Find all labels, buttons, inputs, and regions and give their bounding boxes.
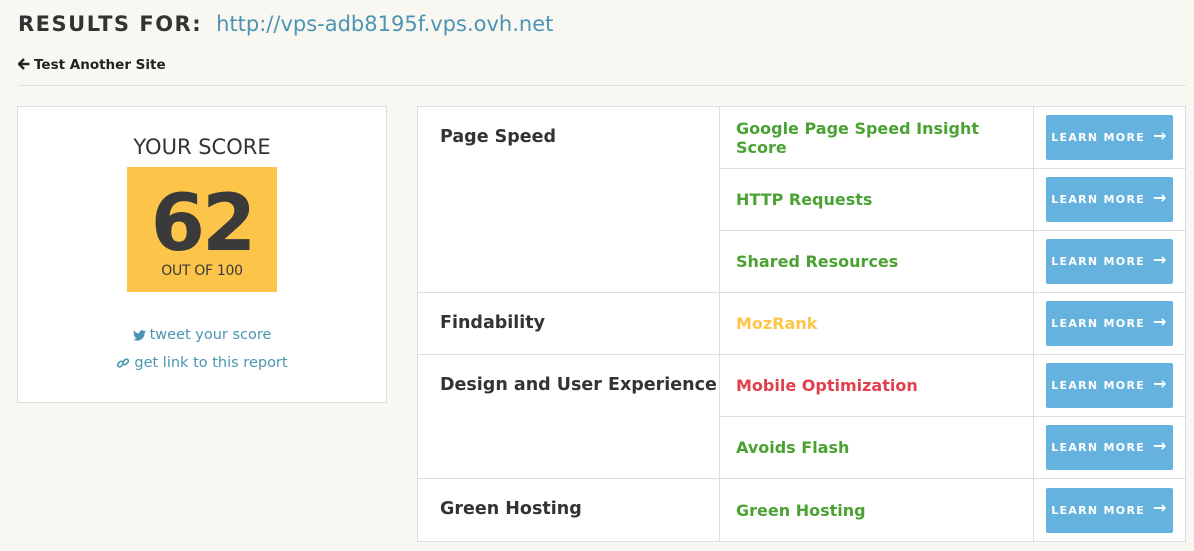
button-cell: LEARN MORE → [1034, 107, 1185, 169]
results-table: Page Speed Google Page Speed Insight Sco… [417, 106, 1186, 542]
table-row: HTTP Requests LEARN MORE → [418, 169, 1185, 231]
report-link-label: get link to this report [134, 355, 288, 371]
arrow-left-icon [17, 57, 30, 73]
table-row: Shared Resources LEARN MORE → [418, 231, 1185, 293]
learn-more-button[interactable]: LEARN MORE → [1046, 239, 1173, 284]
header-divider [18, 85, 1186, 86]
category-cell: Green Hosting [418, 479, 720, 541]
results-url-link[interactable]: http://vps-adb8195f.vps.ovh.net [216, 12, 553, 36]
button-cell: LEARN MORE → [1034, 417, 1185, 478]
learn-more-label: LEARN MORE [1051, 317, 1146, 330]
link-icon [116, 356, 130, 370]
score-title: YOUR SCORE [133, 135, 271, 159]
arrow-right-icon: → [1153, 498, 1168, 517]
category-cell [418, 417, 720, 478]
score-tile: 62 OUT OF 100 [127, 167, 277, 292]
score-panel: YOUR SCORE 62 OUT OF 100 tweet your scor… [17, 106, 387, 403]
category-label: Green Hosting [440, 499, 582, 519]
tweet-score-link[interactable]: tweet your score [18, 321, 386, 349]
button-cell: LEARN MORE → [1034, 231, 1185, 292]
arrow-right-icon: → [1153, 187, 1168, 207]
learn-more-button[interactable]: LEARN MORE → [1046, 301, 1173, 346]
learn-more-button[interactable]: LEARN MORE → [1046, 425, 1173, 470]
score-out-of: OUT OF 100 [161, 263, 243, 279]
report-link[interactable]: get link to this report [18, 349, 386, 377]
tweet-score-label: tweet your score [149, 327, 272, 343]
table-row: Design and User Experience Mobile Optimi… [418, 355, 1185, 417]
category-label: Findability [440, 313, 546, 333]
score-value: 62 [150, 179, 257, 269]
table-row: Page Speed Google Page Speed Insight Sco… [418, 107, 1185, 169]
learn-more-button[interactable]: LEARN MORE → [1046, 363, 1173, 408]
category-label: Design and User Experience [440, 375, 717, 395]
button-cell: LEARN MORE → [1034, 169, 1185, 231]
metric-label: Shared Resources [720, 231, 1034, 292]
learn-more-label: LEARN MORE [1051, 131, 1146, 144]
button-cell: LEARN MORE → [1034, 293, 1185, 354]
arrow-right-icon: → [1153, 311, 1168, 331]
learn-more-button[interactable]: LEARN MORE → [1046, 487, 1173, 533]
category-cell [418, 169, 720, 231]
metric-label: Google Page Speed Insight Score [720, 107, 1034, 169]
category-cell: Findability [418, 293, 720, 354]
category-label: Page Speed [440, 127, 557, 147]
learn-more-label: LEARN MORE [1051, 441, 1146, 454]
button-cell: LEARN MORE → [1034, 479, 1185, 541]
category-cell [418, 231, 720, 292]
test-another-site-label: Test Another Site [34, 57, 166, 73]
learn-more-label: LEARN MORE [1051, 503, 1146, 517]
table-row: Findability MozRank LEARN MORE → [418, 293, 1185, 355]
metric-label: Green Hosting [720, 479, 1034, 541]
metric-label: MozRank [720, 293, 1034, 354]
arrow-right-icon: → [1153, 373, 1168, 393]
twitter-icon [132, 329, 146, 341]
learn-more-button[interactable]: LEARN MORE → [1046, 115, 1173, 160]
table-row: Avoids Flash LEARN MORE → [418, 417, 1185, 479]
metric-label: Avoids Flash [720, 417, 1034, 478]
arrow-right-icon: → [1153, 249, 1168, 269]
score-links: tweet your score get link to this report [18, 321, 386, 377]
learn-more-label: LEARN MORE [1051, 379, 1146, 392]
category-cell: Design and User Experience [418, 355, 720, 417]
category-cell: Page Speed [418, 107, 720, 169]
arrow-right-icon: → [1153, 435, 1168, 455]
table-row: Green Hosting Green Hosting LEARN MORE → [418, 479, 1185, 541]
learn-more-button[interactable]: LEARN MORE → [1046, 177, 1173, 222]
test-another-site-link[interactable]: Test Another Site [17, 57, 166, 73]
button-cell: LEARN MORE → [1034, 355, 1185, 417]
results-label: RESULTS FOR: [18, 12, 203, 36]
learn-more-label: LEARN MORE [1051, 255, 1146, 268]
learn-more-label: LEARN MORE [1051, 193, 1146, 206]
arrow-right-icon: → [1153, 125, 1168, 145]
metric-label: HTTP Requests [720, 169, 1034, 231]
metric-label: Mobile Optimization [720, 355, 1034, 417]
results-header: RESULTS FOR: http://vps-adb8195f.vps.ovh… [18, 12, 553, 36]
